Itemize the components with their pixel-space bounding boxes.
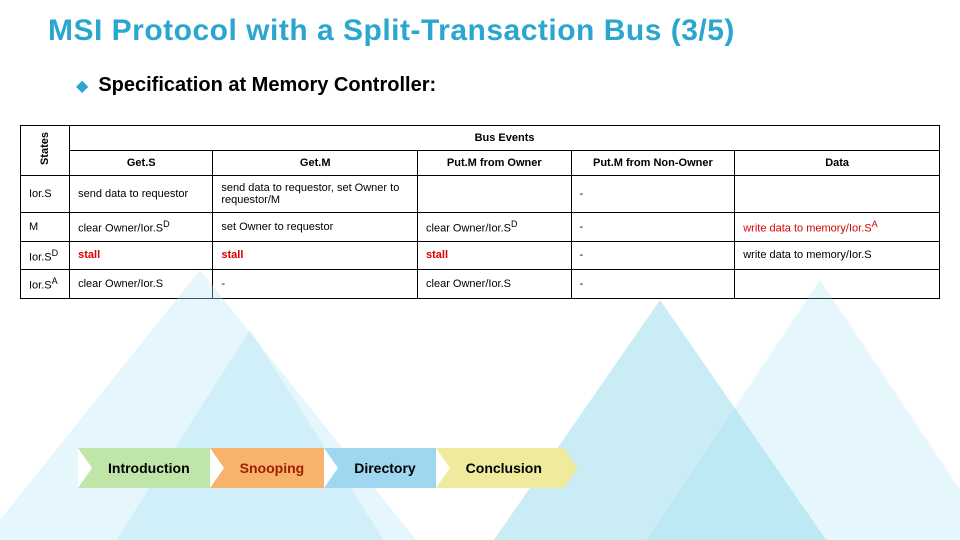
- cell: stall: [213, 241, 418, 270]
- col-data: Data: [735, 151, 940, 176]
- spec-table: States Bus Events Get.S Get.M Put.M from…: [20, 125, 940, 299]
- bg-triangle: [0, 270, 440, 540]
- cell: [735, 176, 940, 213]
- row-state: M: [21, 213, 70, 242]
- col-getm: Get.M: [213, 151, 418, 176]
- cell: clear Owner/Ior.SD: [418, 213, 571, 242]
- cell: write data to memory/Ior.S: [735, 241, 940, 270]
- breadcrumb-nav: Introduction Snooping Directory Conclusi…: [78, 448, 564, 488]
- bus-events-header: Bus Events: [70, 126, 940, 151]
- col-putm-nonowner: Put.M from Non-Owner: [571, 151, 735, 176]
- cell: -: [571, 213, 735, 242]
- slide-title: MSI Protocol with a Split-Transaction Bu…: [48, 14, 940, 48]
- nav-snooping[interactable]: Snooping: [210, 448, 327, 488]
- cell: clear Owner/Ior.S: [418, 270, 571, 299]
- cell: send data to requestor: [70, 176, 213, 213]
- cell: clear Owner/Ior.SD: [70, 213, 213, 242]
- cell: stall: [418, 241, 571, 270]
- subheading: Specification at Memory Controller:: [98, 74, 436, 97]
- column-header-row: Get.S Get.M Put.M from Owner Put.M from …: [21, 151, 940, 176]
- col-gets: Get.S: [70, 151, 213, 176]
- cell: send data to requestor, set Owner to req…: [213, 176, 418, 213]
- row-state: Ior.SA: [21, 270, 70, 299]
- cell: -: [571, 241, 735, 270]
- nav-directory[interactable]: Directory: [324, 448, 437, 488]
- cell: clear Owner/Ior.S: [70, 270, 213, 299]
- row-state: Ior.S: [21, 176, 70, 213]
- cell: -: [213, 270, 418, 299]
- diamond-bullet-icon: ◆: [76, 76, 88, 96]
- table-row: Mclear Owner/Ior.SDset Owner to requesto…: [21, 213, 940, 242]
- row-state: Ior.SD: [21, 241, 70, 270]
- cell: -: [571, 270, 735, 299]
- bg-triangle: [480, 300, 840, 540]
- cell: [418, 176, 571, 213]
- nav-introduction[interactable]: Introduction: [78, 448, 212, 488]
- states-header: States: [21, 126, 70, 176]
- cell: set Owner to requestor: [213, 213, 418, 242]
- table-row: Ior.Ssend data to requestorsend data to …: [21, 176, 940, 213]
- col-putm-owner: Put.M from Owner: [418, 151, 571, 176]
- cell: -: [571, 176, 735, 213]
- bullet-row: ◆ Specification at Memory Controller:: [76, 74, 940, 97]
- bg-triangle: [620, 280, 960, 540]
- cell: [735, 270, 940, 299]
- cell: stall: [70, 241, 213, 270]
- table-row: Ior.SAclear Owner/Ior.S-clear Owner/Ior.…: [21, 270, 940, 299]
- table-row: Ior.SDstallstallstall-write data to memo…: [21, 241, 940, 270]
- bg-triangle: [110, 330, 390, 540]
- nav-conclusion[interactable]: Conclusion: [436, 448, 564, 488]
- cell: write data to memory/Ior.SA: [735, 213, 940, 242]
